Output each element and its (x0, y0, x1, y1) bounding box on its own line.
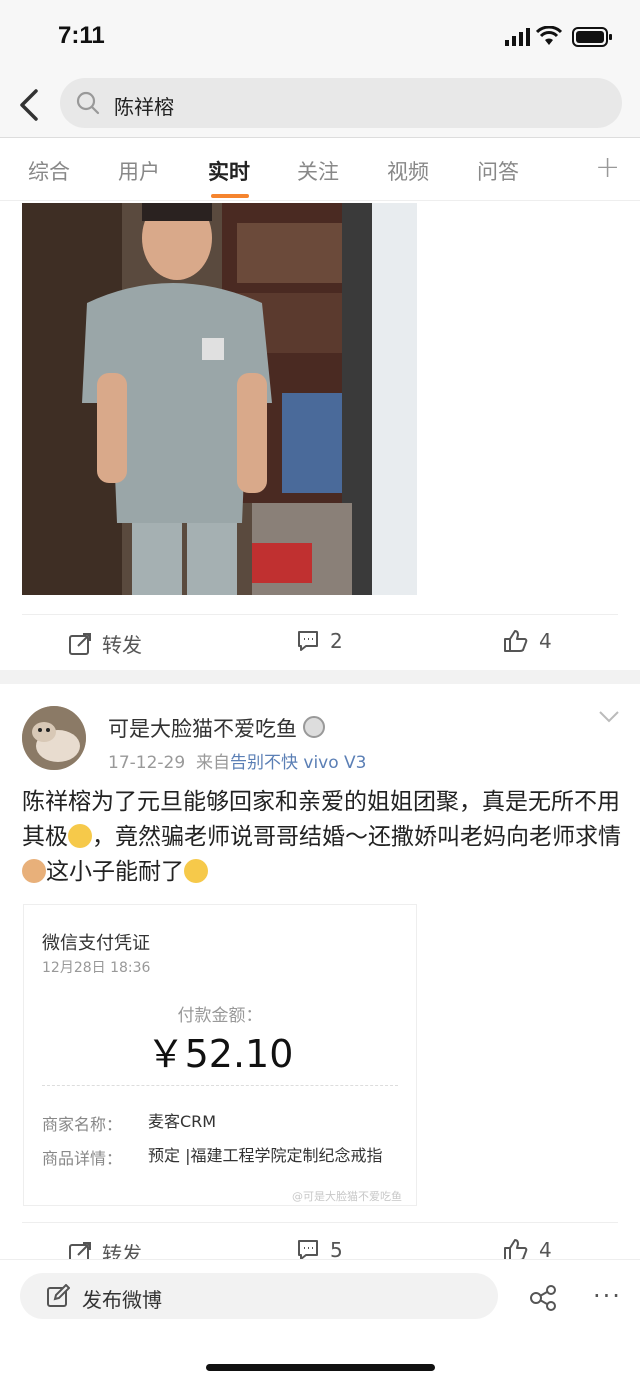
clock: 7:11 (58, 22, 105, 49)
cat-emoji-icon (22, 859, 46, 883)
comment-count: 2 (330, 629, 343, 653)
battery-icon (572, 27, 612, 47)
username-text: 可是大脸猫不爱吃鱼 (108, 717, 297, 741)
divider (22, 614, 618, 615)
post-meta: 17-12-29 来自告别不快 vivo V3 (108, 748, 366, 773)
item-key: 商品详情： (42, 1149, 123, 1168)
medal-icon (303, 716, 325, 738)
watermark: @可是大脸猫不爱吃鱼 (292, 1190, 402, 1203)
post-text-part: ，竟然骗老师说哥哥结婚～还撒娇叫老妈向老师求情 (92, 824, 621, 850)
compose-button[interactable]: 发布微博 (20, 1273, 498, 1319)
bottom-bar: 发布微博 ··· (0, 1259, 640, 1386)
source-prefix: 来自 (195, 753, 230, 773)
back-icon[interactable] (12, 85, 48, 125)
receipt-title: 微信支付凭证 (42, 933, 150, 954)
post-date: 17-12-29 (108, 753, 186, 773)
receipt-divider (42, 1085, 398, 1086)
add-tab-icon[interactable]: + (595, 150, 620, 185)
repost-button[interactable]: 转发 (68, 629, 142, 658)
item-value: 预定 |福建工程学院定制纪念戒指 (148, 1146, 383, 1165)
merchant-value: 麦客CRM (148, 1112, 217, 1131)
share-box-icon (69, 632, 91, 655)
merchant-key: 商家名称： (42, 1115, 123, 1134)
tab-bar: 综合 用户 实时 关注 视频 问答 + (0, 138, 640, 201)
wifi-icon (536, 26, 562, 45)
tab-comprehensive[interactable]: 综合 (28, 156, 70, 186)
more-icon[interactable]: ··· (593, 1282, 622, 1310)
receipt-image[interactable]: 微信支付凭证 12月28日 18:36 付款金额： ￥52.10 商家名称： 麦… (24, 905, 416, 1205)
section-gap (0, 670, 640, 684)
comment-button[interactable]: 2 (296, 629, 343, 653)
like-count: 4 (539, 629, 552, 653)
like-button[interactable]: 4 (503, 629, 552, 653)
chevron-down-icon[interactable] (598, 710, 620, 724)
search-header: 陈祥榕 (0, 75, 640, 138)
pleading-emoji-icon (184, 859, 208, 883)
thumbs-up-icon (504, 630, 528, 652)
home-indicator (206, 1364, 435, 1371)
avatar[interactable] (22, 706, 86, 770)
search-query: 陈祥榕 (114, 95, 174, 119)
post-photo[interactable] (22, 203, 417, 595)
receipt-date: 12月28日 18:36 (42, 960, 151, 976)
tab-video[interactable]: 视频 (387, 156, 429, 186)
comment-icon (298, 631, 318, 651)
edit-icon (47, 1284, 70, 1307)
signal-icon (505, 28, 530, 46)
tab-realtime[interactable]: 实时 (208, 156, 250, 186)
tab-following[interactable]: 关注 (297, 156, 339, 186)
repost-label: 转发 (102, 633, 142, 657)
post-text: 陈祥榕为了元旦能够回家和亲爱的姐姐团聚，真是无所不用其极 ，竟然骗老师说哥哥结婚～… (22, 785, 622, 890)
amount-value: ￥52.10 (146, 1032, 294, 1076)
tab-qa[interactable]: 问答 (477, 156, 519, 186)
search-icon (76, 91, 100, 115)
status-bar: 7:11 (0, 0, 640, 75)
smirk-emoji-icon (68, 824, 92, 848)
post-source[interactable]: 告别不快 vivo V3 (230, 753, 367, 773)
active-tab-indicator (211, 194, 249, 198)
share-icon[interactable] (530, 1285, 558, 1311)
post-text-part: 这小子能耐了 (46, 859, 184, 885)
tab-users[interactable]: 用户 (118, 156, 160, 186)
compose-label: 发布微博 (82, 1288, 162, 1312)
search-input[interactable]: 陈祥榕 (60, 78, 622, 128)
divider (22, 1222, 618, 1223)
username[interactable]: 可是大脸猫不爱吃鱼 (108, 713, 325, 743)
